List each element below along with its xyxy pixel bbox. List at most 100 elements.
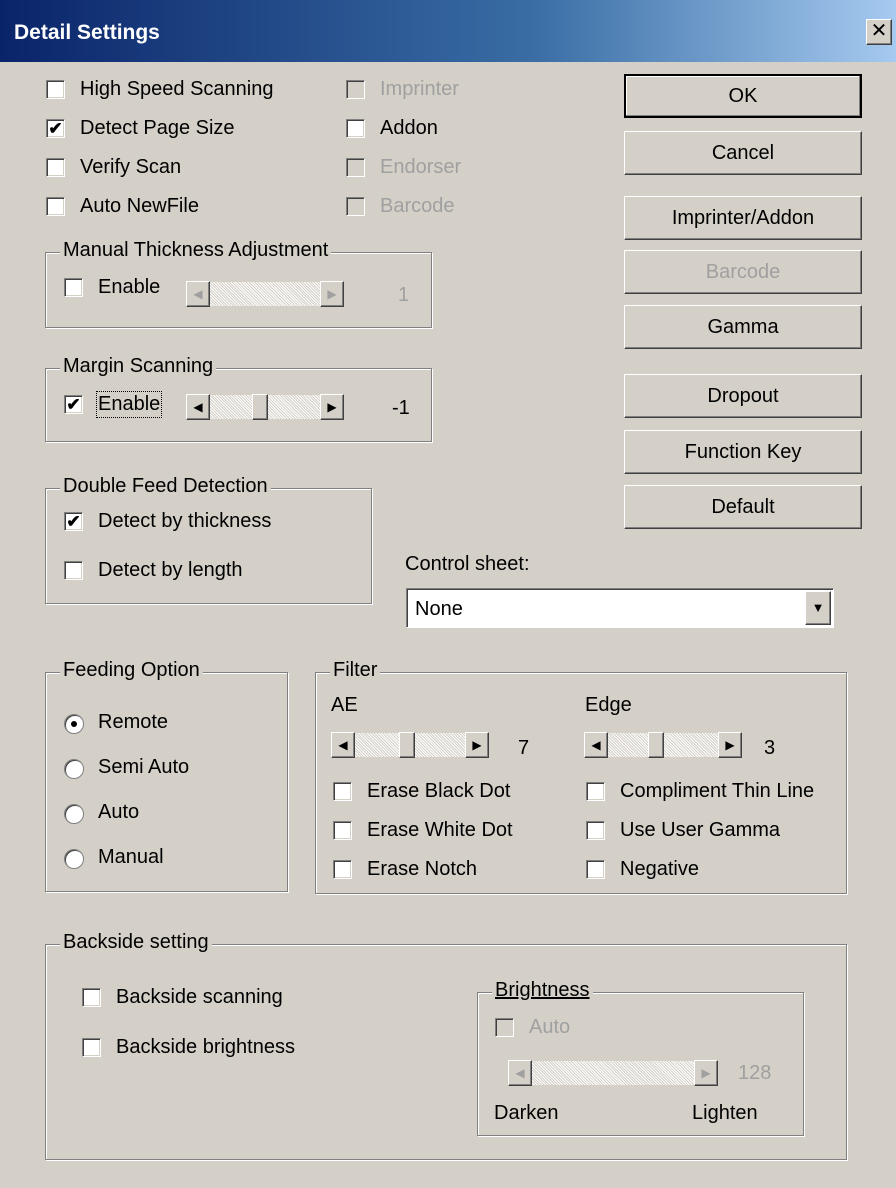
checkmark-icon: ✔ bbox=[64, 512, 83, 531]
radio-label: Remote bbox=[98, 711, 169, 733]
right-arrow-icon: ▶ bbox=[320, 281, 344, 307]
group-title: Backside setting bbox=[60, 931, 212, 954]
checkbox-box bbox=[333, 860, 352, 879]
barcode-button: Barcode bbox=[624, 250, 862, 294]
checkbox-box bbox=[346, 158, 365, 177]
right-arrow-icon: ▶ bbox=[694, 1060, 718, 1086]
checkbox-box bbox=[64, 278, 83, 297]
scrollbar-thumb[interactable] bbox=[399, 732, 415, 758]
left-arrow-icon[interactable]: ◀ bbox=[331, 732, 355, 758]
right-arrow-icon[interactable]: ▶ bbox=[465, 732, 489, 758]
default-button[interactable]: Default bbox=[624, 485, 862, 529]
checkbox-label: Endorser bbox=[380, 156, 462, 178]
title-bar: Detail Settings ✕ bbox=[0, 0, 896, 62]
manual-thickness-scrollbar: ◀ ▶ bbox=[186, 281, 344, 307]
radio-dot bbox=[64, 759, 84, 779]
checkbox-label: Erase Notch bbox=[367, 858, 478, 880]
checkbox-label: Erase White Dot bbox=[367, 819, 513, 841]
checkbox-label: Enable bbox=[98, 276, 161, 298]
checkbox-label: Auto NewFile bbox=[80, 195, 199, 217]
checkbox-box bbox=[82, 1038, 101, 1057]
left-arrow-icon[interactable]: ◀ bbox=[186, 394, 210, 420]
group-title: Brightness bbox=[492, 979, 593, 1002]
control-sheet-value: None bbox=[415, 598, 463, 620]
checkbox-box bbox=[586, 821, 605, 840]
left-arrow-icon: ◀ bbox=[508, 1060, 532, 1086]
ok-button[interactable]: OK bbox=[624, 74, 862, 118]
brightness-value: 128 bbox=[738, 1062, 772, 1084]
close-icon: ✕ bbox=[870, 20, 888, 42]
checkbox-box bbox=[46, 197, 65, 216]
margin-scanning-scrollbar[interactable]: ◀ ▶ bbox=[186, 394, 344, 420]
function-key-button[interactable]: Function Key bbox=[624, 430, 862, 474]
checkbox-box bbox=[46, 158, 65, 177]
right-arrow-icon[interactable]: ▶ bbox=[320, 394, 344, 420]
dropout-button[interactable]: Dropout bbox=[624, 374, 862, 418]
checkbox-label: Barcode bbox=[380, 195, 455, 217]
checkbox-box bbox=[586, 860, 605, 879]
checkbox-label: Auto bbox=[529, 1016, 571, 1038]
checkbox-label: Detect Page Size bbox=[80, 117, 235, 139]
checkbox-label: Detect by length bbox=[98, 559, 243, 581]
checkbox-box bbox=[333, 782, 352, 801]
right-arrow-icon[interactable]: ▶ bbox=[718, 732, 742, 758]
gamma-button[interactable]: Gamma bbox=[624, 305, 862, 349]
checkbox-label: Negative bbox=[620, 858, 699, 880]
edge-label: Edge bbox=[585, 694, 632, 716]
radio-label: Semi Auto bbox=[98, 756, 190, 778]
group-title: Filter bbox=[330, 659, 381, 682]
radio-dot bbox=[64, 849, 84, 869]
group-title: Manual Thickness Adjustment bbox=[60, 239, 332, 262]
group-title: Margin Scanning bbox=[60, 355, 217, 378]
radio-label: Manual bbox=[98, 846, 164, 868]
scrollbar-thumb[interactable] bbox=[252, 394, 268, 420]
edge-scrollbar[interactable]: ◀ ▶ bbox=[584, 732, 742, 758]
lighten-label: Lighten bbox=[692, 1102, 758, 1124]
darken-label: Darken bbox=[494, 1102, 559, 1124]
checkbox-label: High Speed Scanning bbox=[80, 78, 274, 100]
checkbox-label: Use User Gamma bbox=[620, 819, 781, 841]
close-button[interactable]: ✕ bbox=[866, 19, 892, 45]
checkbox-box bbox=[586, 782, 605, 801]
scrollbar-thumb[interactable] bbox=[648, 732, 664, 758]
checkbox-box bbox=[64, 561, 83, 580]
double-feed-group: Double Feed Detection bbox=[45, 475, 372, 604]
checkmark-icon: ✔ bbox=[64, 395, 83, 414]
checkbox-label: Imprinter bbox=[380, 78, 459, 100]
ae-scrollbar[interactable]: ◀ ▶ bbox=[331, 732, 489, 758]
radio-label: Auto bbox=[98, 801, 140, 823]
scrollbar-track bbox=[210, 282, 320, 306]
scrollbar-track bbox=[532, 1061, 694, 1085]
checkbox-label: Backside brightness bbox=[116, 1036, 295, 1058]
group-title: Double Feed Detection bbox=[60, 475, 271, 498]
checkbox-label: Erase Black Dot bbox=[367, 780, 511, 802]
group-title: Feeding Option bbox=[60, 659, 203, 682]
cancel-button[interactable]: Cancel bbox=[624, 131, 862, 175]
left-arrow-icon: ◀ bbox=[186, 281, 210, 307]
manual-thickness-value: 1 bbox=[398, 284, 410, 306]
radio-dot bbox=[64, 714, 84, 734]
checkbox-box bbox=[346, 197, 365, 216]
margin-scanning-value: -1 bbox=[392, 397, 410, 419]
checkbox-box bbox=[333, 821, 352, 840]
control-sheet-label: Control sheet: bbox=[405, 553, 530, 575]
checkbox-box bbox=[46, 80, 65, 99]
ae-label: AE bbox=[331, 694, 358, 716]
dropdown-arrow-icon[interactable]: ▼ bbox=[805, 591, 831, 625]
control-sheet-select[interactable]: None ▼ bbox=[406, 588, 834, 628]
checkmark-icon: ✔ bbox=[46, 119, 65, 138]
ae-value: 7 bbox=[518, 737, 530, 759]
window-title: Detail Settings bbox=[14, 21, 160, 44]
checkbox-box bbox=[346, 119, 365, 138]
checkbox-box bbox=[82, 988, 101, 1007]
checkbox-box bbox=[346, 80, 365, 99]
checkbox-label: Verify Scan bbox=[80, 156, 182, 178]
radio-dot bbox=[64, 804, 84, 824]
checkbox-label: Enable bbox=[95, 391, 163, 418]
checkbox-box bbox=[495, 1018, 514, 1037]
checkbox-label: Addon bbox=[380, 117, 438, 139]
imprinter-addon-button[interactable]: Imprinter/Addon bbox=[624, 196, 862, 240]
checkbox-label: Detect by thickness bbox=[98, 510, 272, 532]
left-arrow-icon[interactable]: ◀ bbox=[584, 732, 608, 758]
edge-value: 3 bbox=[764, 737, 776, 759]
